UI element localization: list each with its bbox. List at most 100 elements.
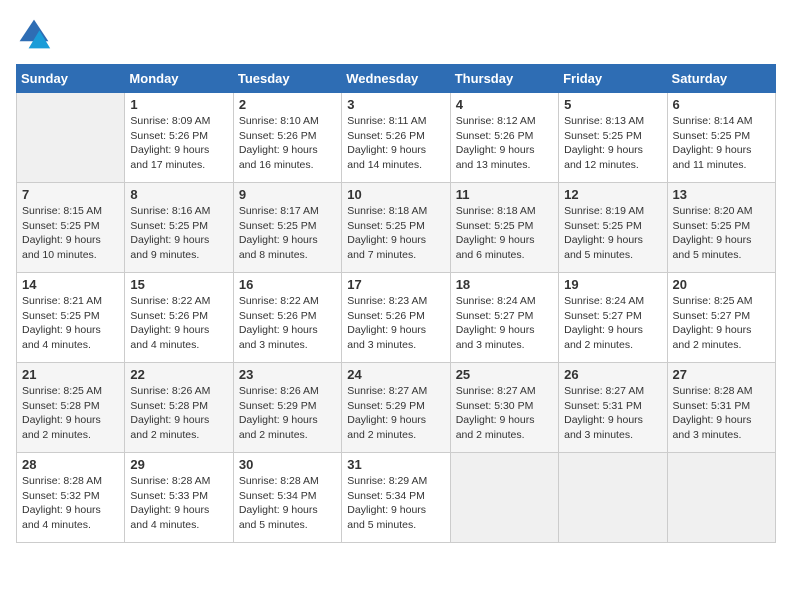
day-number: 18	[456, 277, 553, 292]
calendar-table: SundayMondayTuesdayWednesdayThursdayFrid…	[16, 64, 776, 543]
calendar-cell: 23 Sunrise: 8:26 AMSunset: 5:29 PMDayligh…	[233, 363, 341, 453]
calendar-cell: 3 Sunrise: 8:11 AMSunset: 5:26 PMDaylight…	[342, 93, 450, 183]
day-header-monday: Monday	[125, 65, 233, 93]
calendar-cell	[667, 453, 775, 543]
day-header-sunday: Sunday	[17, 65, 125, 93]
day-number: 1	[130, 97, 227, 112]
calendar-cell: 25Sunrise: 8:27 AMSunset: 5:30 PMDayligh…	[450, 363, 558, 453]
day-number: 15	[130, 277, 227, 292]
cell-info: Sunrise: 8:17 AMSunset: 5:25 PMDaylight:…	[239, 204, 336, 263]
calendar-cell: 5Sunrise: 8:13 AMSunset: 5:25 PMDaylight…	[559, 93, 667, 183]
cell-info: Sunrise: 8:28 AMSunset: 5:32 PMDaylight:…	[22, 474, 119, 533]
cell-info: Sunrise: 8:27 AMSunset: 5:31 PMDaylight:…	[564, 384, 661, 443]
day-number: 2	[239, 97, 336, 112]
calendar-cell: 29Sunrise: 8:28 AMSunset: 5:33 PMDayligh…	[125, 453, 233, 543]
calendar-cell: 10 Sunrise: 8:18 AMSunset: 5:25 PMDayligh…	[342, 183, 450, 273]
calendar-cell: 9 Sunrise: 8:17 AMSunset: 5:25 PMDaylight…	[233, 183, 341, 273]
cell-info: Sunrise: 8:24 AMSunset: 5:27 PMDaylight:…	[456, 294, 553, 353]
calendar-week-2: 7 Sunrise: 8:15 AMSunset: 5:25 PMDaylight…	[17, 183, 776, 273]
day-number: 13	[673, 187, 770, 202]
day-number: 3	[347, 97, 444, 112]
cell-info: Sunrise: 8:24 AMSunset: 5:27 PMDaylight:…	[564, 294, 661, 353]
calendar-cell: 26 Sunrise: 8:27 AMSunset: 5:31 PMDayligh…	[559, 363, 667, 453]
cell-info: Sunrise: 8:27 AMSunset: 5:29 PMDaylight:…	[347, 384, 444, 443]
day-number: 29	[130, 457, 227, 472]
day-header-saturday: Saturday	[667, 65, 775, 93]
logo-icon	[16, 16, 52, 52]
day-number: 6	[673, 97, 770, 112]
day-number: 8	[130, 187, 227, 202]
day-header-wednesday: Wednesday	[342, 65, 450, 93]
day-header-friday: Friday	[559, 65, 667, 93]
day-number: 24	[347, 367, 444, 382]
cell-info: Sunrise: 8:11 AMSunset: 5:26 PMDaylight:…	[347, 114, 444, 173]
calendar-week-5: 28Sunrise: 8:28 AMSunset: 5:32 PMDayligh…	[17, 453, 776, 543]
calendar-cell: 11 Sunrise: 8:18 AMSunset: 5:25 PMDayligh…	[450, 183, 558, 273]
calendar-cell: 18 Sunrise: 8:24 AMSunset: 5:27 PMDayligh…	[450, 273, 558, 363]
day-number: 23	[239, 367, 336, 382]
calendar-cell: 1 Sunrise: 8:09 AMSunset: 5:26 PMDaylight…	[125, 93, 233, 183]
cell-info: Sunrise: 8:23 AMSunset: 5:26 PMDaylight:…	[347, 294, 444, 353]
cell-info: Sunrise: 8:18 AMSunset: 5:25 PMDaylight:…	[347, 204, 444, 263]
calendar-cell: 2Sunrise: 8:10 AMSunset: 5:26 PMDaylight…	[233, 93, 341, 183]
cell-info: Sunrise: 8:25 AMSunset: 5:28 PMDaylight:…	[22, 384, 119, 443]
calendar-cell	[450, 453, 558, 543]
calendar-cell: 4 Sunrise: 8:12 AMSunset: 5:26 PMDaylight…	[450, 93, 558, 183]
calendar-cell: 17 Sunrise: 8:23 AMSunset: 5:26 PMDayligh…	[342, 273, 450, 363]
day-number: 9	[239, 187, 336, 202]
cell-info: Sunrise: 8:27 AMSunset: 5:30 PMDaylight:…	[456, 384, 553, 443]
calendar-cell: 20Sunrise: 8:25 AMSunset: 5:27 PMDayligh…	[667, 273, 775, 363]
calendar-cell: 31 Sunrise: 8:29 AMSunset: 5:34 PMDayligh…	[342, 453, 450, 543]
cell-info: Sunrise: 8:28 AMSunset: 5:31 PMDaylight:…	[673, 384, 770, 443]
cell-info: Sunrise: 8:19 AMSunset: 5:25 PMDaylight:…	[564, 204, 661, 263]
cell-info: Sunrise: 8:29 AMSunset: 5:34 PMDaylight:…	[347, 474, 444, 533]
calendar-cell	[17, 93, 125, 183]
cell-info: Sunrise: 8:20 AMSunset: 5:25 PMDaylight:…	[673, 204, 770, 263]
calendar-cell: 24 Sunrise: 8:27 AMSunset: 5:29 PMDayligh…	[342, 363, 450, 453]
calendar-cell	[559, 453, 667, 543]
cell-info: Sunrise: 8:12 AMSunset: 5:26 PMDaylight:…	[456, 114, 553, 173]
cell-info: Sunrise: 8:16 AMSunset: 5:25 PMDaylight:…	[130, 204, 227, 263]
cell-info: Sunrise: 8:22 AMSunset: 5:26 PMDaylight:…	[130, 294, 227, 353]
cell-info: Sunrise: 8:21 AMSunset: 5:25 PMDaylight:…	[22, 294, 119, 353]
calendar-header-row: SundayMondayTuesdayWednesdayThursdayFrid…	[17, 65, 776, 93]
page-header	[16, 16, 776, 52]
day-number: 7	[22, 187, 119, 202]
cell-info: Sunrise: 8:22 AMSunset: 5:26 PMDaylight:…	[239, 294, 336, 353]
cell-info: Sunrise: 8:26 AMSunset: 5:29 PMDaylight:…	[239, 384, 336, 443]
cell-info: Sunrise: 8:18 AMSunset: 5:25 PMDaylight:…	[456, 204, 553, 263]
day-number: 30	[239, 457, 336, 472]
calendar-cell: 30Sunrise: 8:28 AMSunset: 5:34 PMDayligh…	[233, 453, 341, 543]
cell-info: Sunrise: 8:15 AMSunset: 5:25 PMDaylight:…	[22, 204, 119, 263]
day-number: 16	[239, 277, 336, 292]
day-number: 22	[130, 367, 227, 382]
calendar-cell: 28Sunrise: 8:28 AMSunset: 5:32 PMDayligh…	[17, 453, 125, 543]
calendar-cell: 8 Sunrise: 8:16 AMSunset: 5:25 PMDaylight…	[125, 183, 233, 273]
day-number: 31	[347, 457, 444, 472]
calendar-cell: 12 Sunrise: 8:19 AMSunset: 5:25 PMDayligh…	[559, 183, 667, 273]
day-number: 14	[22, 277, 119, 292]
day-number: 5	[564, 97, 661, 112]
day-number: 11	[456, 187, 553, 202]
calendar-cell: 16 Sunrise: 8:22 AMSunset: 5:26 PMDayligh…	[233, 273, 341, 363]
calendar-cell: 22Sunrise: 8:26 AMSunset: 5:28 PMDayligh…	[125, 363, 233, 453]
calendar-cell: 27 Sunrise: 8:28 AMSunset: 5:31 PMDayligh…	[667, 363, 775, 453]
calendar-week-1: 1 Sunrise: 8:09 AMSunset: 5:26 PMDaylight…	[17, 93, 776, 183]
day-number: 10	[347, 187, 444, 202]
cell-info: Sunrise: 8:09 AMSunset: 5:26 PMDaylight:…	[130, 114, 227, 173]
day-number: 12	[564, 187, 661, 202]
calendar-cell: 7 Sunrise: 8:15 AMSunset: 5:25 PMDaylight…	[17, 183, 125, 273]
day-number: 26	[564, 367, 661, 382]
calendar-cell: 15 Sunrise: 8:22 AMSunset: 5:26 PMDayligh…	[125, 273, 233, 363]
calendar-week-4: 21 Sunrise: 8:25 AMSunset: 5:28 PMDayligh…	[17, 363, 776, 453]
day-number: 17	[347, 277, 444, 292]
day-number: 4	[456, 97, 553, 112]
day-header-thursday: Thursday	[450, 65, 558, 93]
day-header-tuesday: Tuesday	[233, 65, 341, 93]
day-number: 27	[673, 367, 770, 382]
cell-info: Sunrise: 8:14 AMSunset: 5:25 PMDaylight:…	[673, 114, 770, 173]
cell-info: Sunrise: 8:25 AMSunset: 5:27 PMDaylight:…	[673, 294, 770, 353]
day-number: 21	[22, 367, 119, 382]
calendar-week-3: 14 Sunrise: 8:21 AMSunset: 5:25 PMDayligh…	[17, 273, 776, 363]
calendar-cell: 21 Sunrise: 8:25 AMSunset: 5:28 PMDayligh…	[17, 363, 125, 453]
